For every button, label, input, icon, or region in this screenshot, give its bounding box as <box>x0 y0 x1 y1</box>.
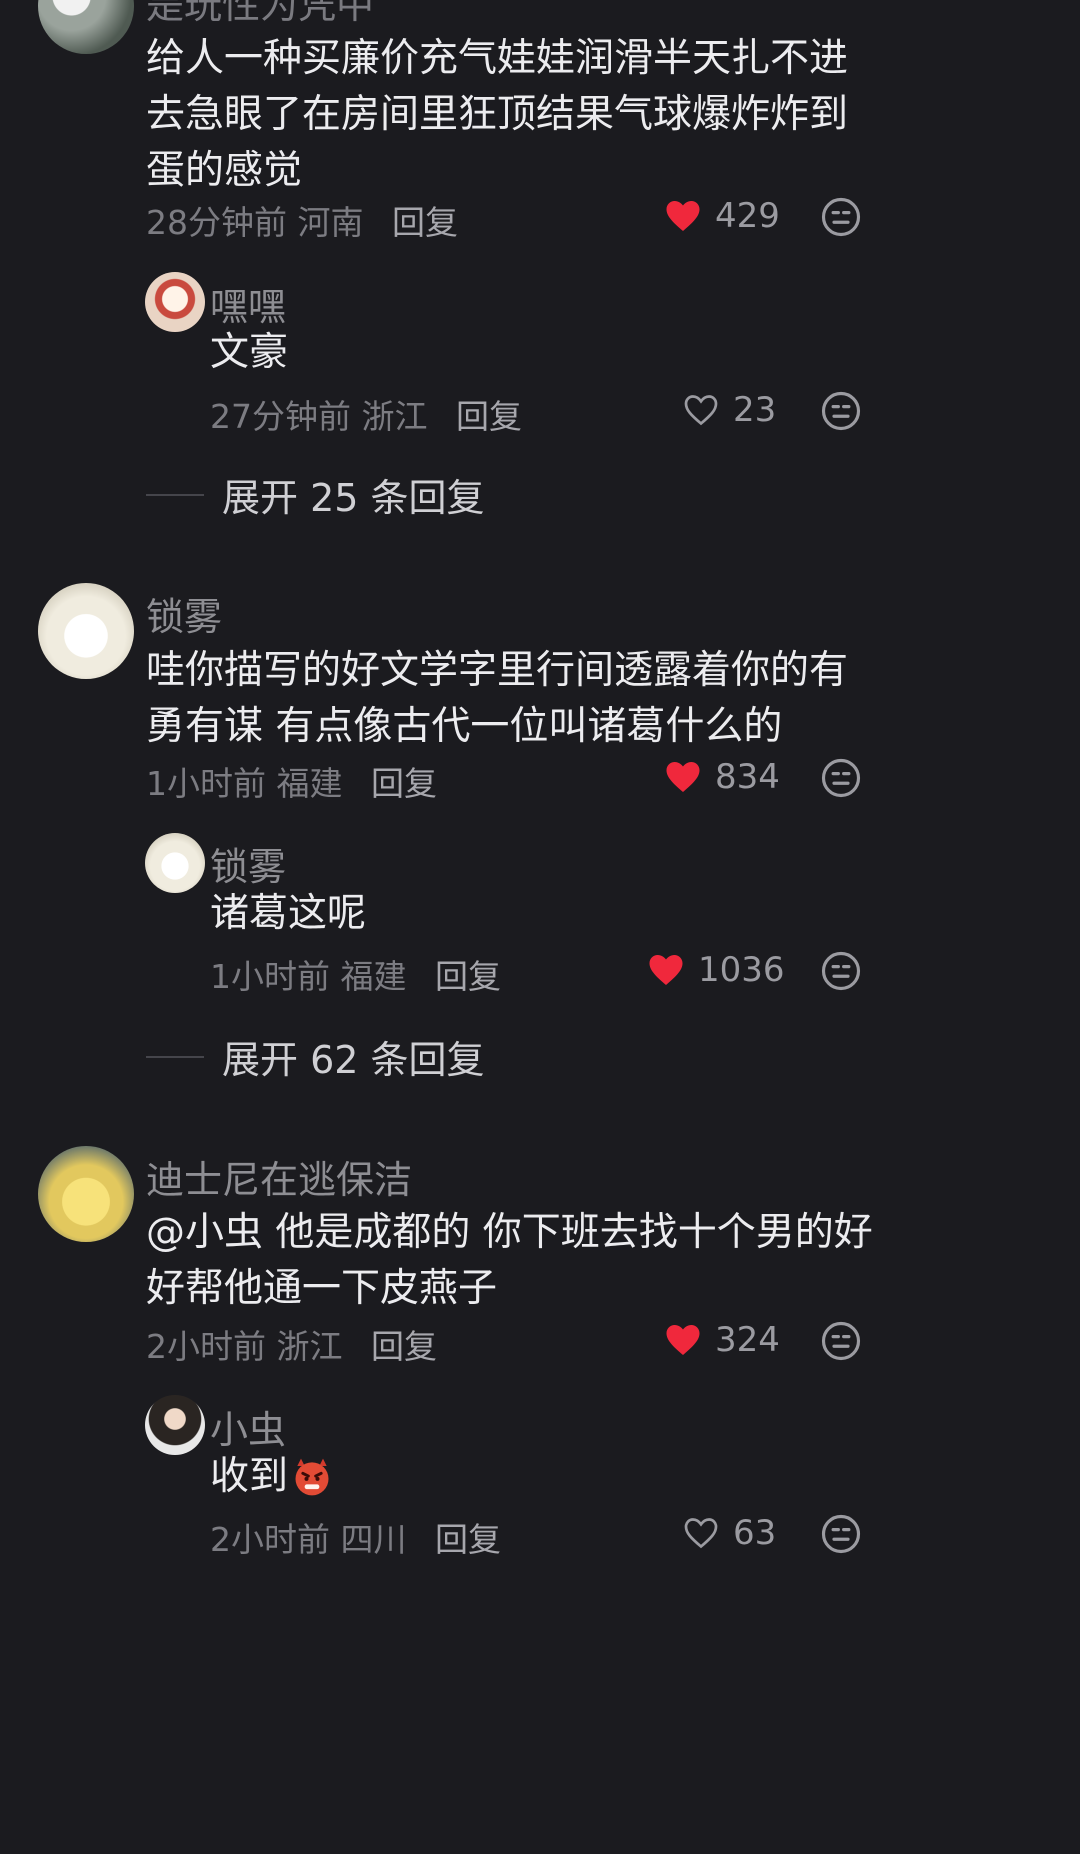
reply-button[interactable]: 回复 <box>392 203 458 242</box>
emoji-reaction-icon[interactable] <box>820 196 862 238</box>
reply-username[interactable]: 嘿嘿 <box>210 276 286 331</box>
expand-label: 展开 25 条回复 <box>222 476 485 520</box>
avatar[interactable] <box>38 1146 134 1242</box>
reply-meta: 2小时前 四川 回复 <box>210 1513 501 1561</box>
like-count: 23 <box>733 390 777 430</box>
reply-button[interactable]: 回复 <box>371 764 437 803</box>
heart-outline-icon <box>684 1518 718 1549</box>
comment-text: @小虫 他是成都的 你下班去找十个男的好好帮他通一下皮燕子 <box>146 1210 873 1311</box>
reply-text: 收到 <box>210 1449 810 1505</box>
comment-text: 哇你描写的好文学字里行间透露着你的有勇有谋 有点像古代一位叫诸葛什么的 <box>146 648 849 749</box>
like-button[interactable]: 1036 <box>648 950 785 990</box>
reply-button[interactable]: 回复 <box>435 1520 501 1559</box>
comment-text: 给人一种买廉价充气娃娃润滑半天扎不进去急眼了在房间里狂顶结果气球爆炸炸到蛋的感觉 <box>146 36 849 193</box>
divider-line <box>146 1055 204 1058</box>
reply-text-content: 收到 <box>210 1454 289 1499</box>
reply-time: 1小时前 <box>210 957 330 996</box>
reply-text: 诸葛这呢 <box>210 891 367 936</box>
comment-location: 福建 <box>276 764 343 803</box>
comment-time: 2小时前 <box>146 1327 266 1366</box>
heart-outline-icon <box>684 395 718 426</box>
emoji-reaction-icon[interactable] <box>820 1320 862 1362</box>
reply-location: 四川 <box>340 1520 407 1559</box>
comment-time: 1小时前 <box>146 764 266 803</box>
comment-meta: 1小时前 福建 回复 <box>146 757 437 805</box>
comment-username[interactable]: 迪士尼在逃保洁 <box>146 1149 412 1204</box>
heart-filled-icon <box>666 762 700 792</box>
comment-username[interactable]: 是玩性为凭中 <box>146 0 374 29</box>
emoji-reaction-icon[interactable] <box>820 390 862 432</box>
heart-filled-icon <box>666 201 700 231</box>
avatar[interactable] <box>145 833 205 893</box>
like-button[interactable]: 429 <box>665 196 780 236</box>
reply-meta: 1小时前 福建 回复 <box>210 950 501 998</box>
like-count: 429 <box>715 196 780 236</box>
divider-line <box>146 493 204 496</box>
reply-time: 2小时前 <box>210 1520 330 1559</box>
reply-text: 文豪 <box>210 330 289 375</box>
like-count: 63 <box>733 1513 777 1553</box>
comment-location: 河南 <box>297 203 364 242</box>
reply-button[interactable]: 回复 <box>456 397 522 436</box>
like-count: 834 <box>715 757 780 797</box>
avatar[interactable] <box>38 0 134 54</box>
reply-button[interactable]: 回复 <box>435 957 501 996</box>
like-button[interactable]: 324 <box>665 1320 780 1360</box>
like-button[interactable]: 63 <box>683 1513 776 1553</box>
comment-meta: 2小时前 浙江 回复 <box>146 1320 437 1368</box>
reply-username[interactable]: 锁雾 <box>210 836 286 891</box>
angry-devil-emoji-icon <box>295 1458 329 1496</box>
emoji-reaction-icon[interactable] <box>820 757 862 799</box>
heart-filled-icon <box>666 1325 700 1355</box>
reply-button[interactable]: 回复 <box>371 1327 437 1366</box>
reply-username[interactable]: 小虫 <box>210 1399 286 1454</box>
comment-time: 28分钟前 <box>146 203 287 242</box>
emoji-reaction-icon[interactable] <box>820 950 862 992</box>
avatar[interactable] <box>145 272 205 332</box>
expand-replies-button[interactable]: 展开 25 条回复 <box>146 467 485 522</box>
avatar[interactable] <box>145 1395 205 1455</box>
comment-location: 浙江 <box>276 1327 343 1366</box>
reply-location: 浙江 <box>361 397 428 436</box>
reply-meta: 27分钟前 浙江 回复 <box>210 390 522 438</box>
comment-meta: 28分钟前 河南 回复 <box>146 196 458 244</box>
emoji-reaction-icon[interactable] <box>820 1513 862 1555</box>
reply-time: 27分钟前 <box>210 397 351 436</box>
like-count: 324 <box>715 1320 780 1360</box>
like-button[interactable]: 23 <box>683 390 776 430</box>
expand-label: 展开 62 条回复 <box>222 1038 485 1082</box>
expand-replies-button[interactable]: 展开 62 条回复 <box>146 1029 485 1084</box>
like-button[interactable]: 834 <box>665 757 780 797</box>
heart-filled-icon <box>649 955 683 985</box>
reply-location: 福建 <box>340 957 407 996</box>
like-count: 1036 <box>698 950 785 990</box>
comment-username[interactable]: 锁雾 <box>146 586 222 641</box>
avatar[interactable] <box>38 583 134 679</box>
